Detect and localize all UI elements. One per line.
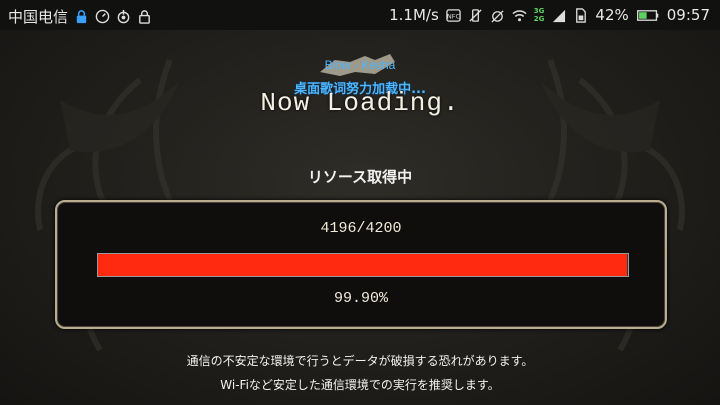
sync-icon bbox=[116, 9, 131, 24]
status-bar-right: 1.1M/s NFC 3G 2G 42% 09:57 bbox=[389, 6, 710, 24]
network-type-label: 3G 2G bbox=[533, 7, 545, 23]
progress-bar bbox=[97, 253, 629, 277]
download-count: 4196/4200 bbox=[320, 220, 402, 237]
status-bar: 中国电信 1.1M/s NFC 3G 2G 42% 09:57 bbox=[0, 0, 720, 30]
wifi-icon bbox=[512, 8, 527, 23]
vibrate-off-icon bbox=[468, 8, 483, 23]
status-bar-left: 中国电信 bbox=[8, 6, 152, 27]
usb-lock-icon bbox=[74, 9, 89, 24]
network-warning-line-2: Wi-Fiなど安定した通信環境での実行を推奨します。 bbox=[220, 378, 500, 392]
clock: 09:57 bbox=[666, 6, 710, 24]
alarm-off-icon bbox=[490, 8, 505, 23]
progress-bar-fill bbox=[98, 254, 628, 276]
now-loading-text: Now Loading. bbox=[260, 88, 460, 118]
carrier-label: 中国电信 bbox=[8, 8, 69, 26]
network-warning-line-1: 通信の不安定な環境で行うとデータが破損する恐れがあります。 bbox=[186, 354, 534, 368]
sim-icon bbox=[573, 7, 588, 23]
resource-title: リソース取得中 bbox=[307, 168, 413, 186]
download-progress-panel: 4196/4200 99.90% bbox=[55, 200, 667, 329]
lock-icon bbox=[137, 9, 152, 24]
signal-icon bbox=[551, 8, 566, 23]
network-speed: 1.1M/s bbox=[389, 6, 439, 24]
lyrics-song-title[interactable]: Blow - Kesha bbox=[0, 58, 720, 72]
speedometer-icon bbox=[95, 9, 110, 24]
battery-icon bbox=[636, 8, 660, 23]
battery-percent: 42% bbox=[595, 6, 629, 24]
nfc-icon: NFC bbox=[446, 8, 461, 23]
download-percent: 99.90% bbox=[333, 290, 388, 307]
svg-text:NFC: NFC bbox=[447, 12, 461, 20]
